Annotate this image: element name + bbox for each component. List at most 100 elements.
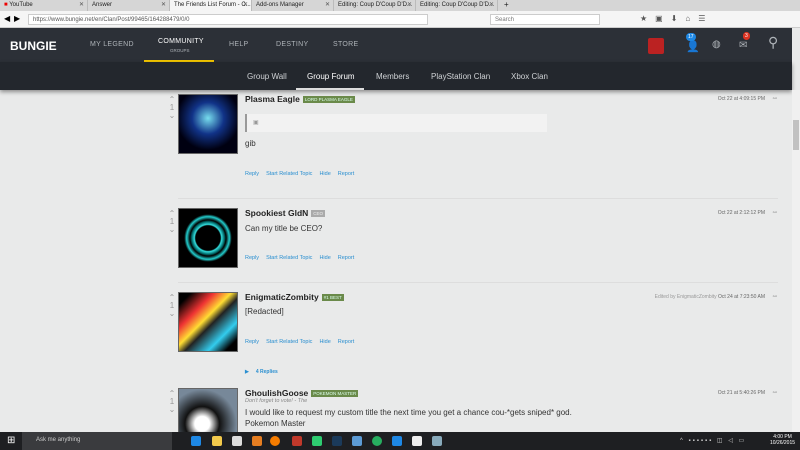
avatar[interactable] (178, 292, 238, 352)
system-tray-icons[interactable]: ^ ▪▪▪▪▪▪ ◫ ◁ ▭ (680, 437, 746, 444)
globe-icon[interactable]: ◍ (712, 39, 721, 50)
vote-control[interactable]: ⌃ 1 ⌄ (168, 96, 176, 120)
page-scrollbar[interactable] (792, 90, 800, 432)
related-topic-link[interactable]: Start Related Topic (266, 255, 312, 261)
url-input[interactable]: https://www.bungie.net/en/Clan/Post/9946… (28, 14, 428, 25)
app-icon[interactable] (352, 436, 362, 446)
edited-note: Edited by EnigmaticZombity (654, 294, 717, 300)
avatar[interactable] (178, 208, 238, 268)
spotify-icon[interactable] (372, 436, 382, 446)
firefox-icon[interactable] (270, 436, 280, 446)
forum-post: ⌃ 1 ⌄ EnigmaticZombity #1 BEST Edited by En… (165, 292, 785, 382)
bungie-logo[interactable]: BUNGIE (10, 39, 57, 53)
skype-icon[interactable] (392, 436, 402, 446)
new-tab-button[interactable]: + (500, 0, 514, 9)
vote-control[interactable]: ⌃ 1 ⌄ (168, 294, 176, 318)
edge-icon[interactable] (191, 436, 201, 446)
close-icon[interactable]: ✕ (243, 1, 248, 8)
link-icon[interactable]: ⚯ (773, 294, 777, 300)
back-icon[interactable]: ◀ (4, 14, 10, 23)
forum-post: ⌃ 1 ⌄ Plasma Eagle LORD PLASMA EAGLE Oct 22… (165, 94, 785, 194)
hide-link[interactable]: Hide (319, 255, 330, 261)
avatar[interactable] (178, 94, 238, 154)
nav-help[interactable]: HELP (229, 41, 249, 48)
author-name[interactable]: Spookiest GldN CEO (245, 208, 326, 218)
close-icon[interactable]: ✕ (407, 1, 412, 8)
tab-editing-2[interactable]: Editing: Coup D'Coup D'D... ✕ (416, 0, 498, 11)
close-icon[interactable]: ✕ (79, 1, 84, 8)
link-icon[interactable]: ⚯ (773, 96, 777, 102)
nav-community[interactable]: COMMUNITY (158, 38, 204, 45)
mail-count: 3 (743, 32, 750, 40)
post-body-line2: Pokemon Master (245, 419, 306, 428)
timestamp: Oct 21 at 5:40:26 PM (717, 390, 765, 396)
replies-count: 4 Replies (255, 369, 278, 375)
vote-count: 1 (169, 103, 175, 112)
search-icon[interactable]: ⚲ (768, 34, 778, 51)
report-link[interactable]: Report (338, 339, 355, 345)
hide-link[interactable]: Hide (319, 339, 330, 345)
nav-my-legend[interactable]: MY LEGEND (90, 41, 134, 48)
hide-link[interactable]: Hide (319, 171, 330, 177)
file-explorer-icon[interactable] (212, 436, 222, 446)
cortana-search[interactable]: Ask me anything (22, 432, 172, 450)
tab-forum[interactable]: The Friends List Forum - C... ✕ (170, 0, 252, 11)
steam-icon[interactable] (332, 436, 342, 446)
title-badge: POKEMON MASTER (311, 390, 359, 398)
nav-destiny[interactable]: DESTINY (276, 41, 308, 48)
mail-icon[interactable]: ✉ (739, 40, 747, 51)
subnav-group-forum[interactable]: Group Forum (307, 72, 355, 81)
scrollbar-thumb[interactable] (793, 120, 799, 150)
avatar[interactable] (178, 388, 238, 432)
user-avatar[interactable] (648, 38, 664, 54)
related-topic-link[interactable]: Start Related Topic (266, 171, 312, 177)
close-icon[interactable]: ✕ (325, 1, 330, 8)
nav-store[interactable]: STORE (333, 41, 359, 48)
tab-editing-1[interactable]: Editing: Coup D'Coup D'D... ✕ (334, 0, 416, 11)
start-icon[interactable]: ⊞ (7, 435, 15, 446)
reply-link[interactable]: Reply (245, 339, 259, 345)
close-icon[interactable]: ✕ (161, 1, 166, 8)
store-icon[interactable] (232, 436, 242, 446)
author-name[interactable]: GhoulishGoose POKEMON MASTER (245, 388, 359, 398)
reply-link[interactable]: Reply (245, 171, 259, 177)
subnav-xbox-clan[interactable]: Xbox Clan (511, 72, 548, 81)
related-topic-link[interactable]: Start Related Topic (266, 339, 312, 345)
cortana-placeholder: Ask me anything (36, 437, 81, 443)
author-name[interactable]: Plasma Eagle LORD PLASMA EAGLE (245, 94, 355, 104)
link-icon[interactable]: ⚯ (773, 390, 777, 396)
subnav-members[interactable]: Members (376, 72, 409, 81)
replies-toggle[interactable]: ▶ 4 Replies (245, 369, 285, 375)
app-icon[interactable] (252, 436, 262, 446)
tab-youtube[interactable]: ■ YouTube ✕ (0, 0, 88, 11)
author-motto: Don't forget to vote! - The (245, 398, 308, 404)
link-icon[interactable]: ⚯ (773, 210, 777, 216)
forward-icon[interactable]: ▶ (14, 14, 20, 23)
toolbar-icons[interactable]: ★▣⬇⌂☰ (640, 14, 713, 23)
vote-control[interactable]: ⌃ 1 ⌄ (168, 210, 176, 234)
vote-count: 1 (169, 397, 175, 406)
tab-label: Add-ons Manager (256, 2, 304, 8)
app-icon[interactable] (292, 436, 302, 446)
subnav-group-wall[interactable]: Group Wall (247, 72, 287, 81)
forum-post: ⌃ 1 ⌄ GhoulishGoose POKEMON MASTER Oct 21 a… (165, 388, 785, 432)
subnav-playstation-clan[interactable]: PlayStation Clan (431, 72, 490, 81)
friends-icon[interactable]: 👤 (686, 40, 700, 53)
vote-control[interactable]: ⌃ 1 ⌄ (168, 390, 176, 414)
clock[interactable]: 4:00 PM 10/26/2015 (770, 434, 795, 446)
reply-link[interactable]: Reply (245, 255, 259, 261)
post-actions: Reply Start Related Topic Hide Report (245, 171, 361, 177)
post-body: gib (245, 139, 256, 148)
tab-addons[interactable]: Add-ons Manager ✕ (252, 0, 334, 11)
app-icon[interactable] (312, 436, 322, 446)
report-link[interactable]: Report (338, 255, 355, 261)
search-input[interactable]: Search (490, 14, 600, 25)
report-link[interactable]: Report (338, 171, 355, 177)
tab-answer[interactable]: Answer ✕ (88, 0, 170, 11)
windows-taskbar: ⊞ Ask me anything ^ ▪▪▪▪▪▪ ◫ ◁ ▭ 4:00 PM… (0, 432, 800, 450)
tab-label: YouTube (9, 2, 33, 8)
close-icon[interactable]: ✕ (489, 1, 494, 8)
app-icon[interactable] (412, 436, 422, 446)
app-icon[interactable] (432, 436, 442, 446)
author-name[interactable]: EnigmaticZombity #1 BEST (245, 292, 344, 302)
